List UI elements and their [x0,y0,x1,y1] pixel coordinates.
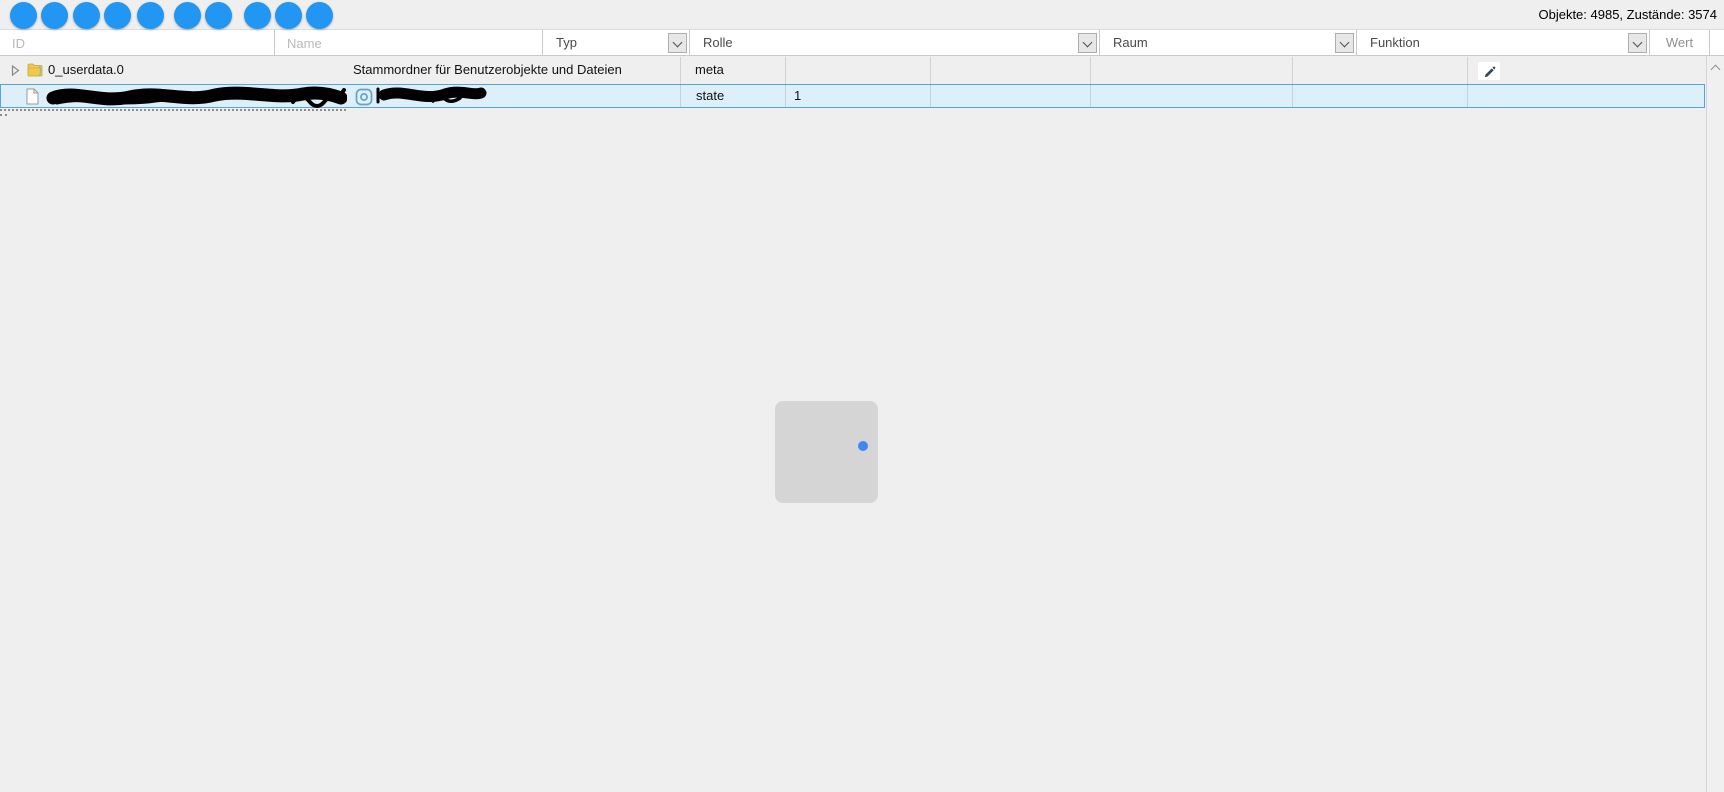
selection-dotted-line [0,109,346,111]
row-type-text: meta [695,62,724,77]
toolbar-button-4-icon[interactable] [104,2,131,29]
folder-icon [27,63,43,77]
table-row-userdata[interactable]: 0_userdata.0 Stammordner für Benutzerobj… [0,56,1706,84]
toolbar-button-10-icon[interactable] [306,2,333,29]
scrollbar-up-icon[interactable] [1710,64,1721,75]
column-divider [1467,57,1468,107]
column-divider [1292,57,1293,107]
typ-filter-value: Typ [556,35,577,50]
toolbar-button-8-icon[interactable] [244,2,271,29]
column-divider [680,57,681,107]
redacted-object-id [46,86,347,108]
state-icon [355,88,373,106]
column-divider [785,57,786,107]
row-value-text: 1 [794,88,802,103]
raum-filter-value: Raum [1113,35,1148,50]
toolbar-button-6-icon[interactable] [174,2,201,29]
wert-column-label: Wert [1665,35,1694,50]
row-id-text: 0_userdata.0 [48,62,124,77]
column-divider [1090,57,1091,107]
toolbar-button-1-icon[interactable] [10,2,37,29]
file-icon [26,88,39,105]
toolbar [0,0,1724,29]
selection-dotted-fragment [0,114,7,116]
expand-chevron-icon[interactable] [11,65,20,76]
toolbar-button-9-icon[interactable] [275,2,302,29]
funktion-dropdown-arrow-icon[interactable] [1628,33,1647,53]
edit-pencil-icon [1484,66,1496,78]
redacted-object-name [376,86,487,104]
toolbar-button-2-icon[interactable] [41,2,68,29]
object-count-status: Objekte: 4985, Zustände: 3574 [1538,7,1717,22]
filter-cell-spacer [1710,30,1724,56]
toolbar-button-3-icon[interactable] [73,2,100,29]
funktion-filter-select[interactable]: Funktion [1357,30,1650,56]
app-window: Objekte: 4985, Zustände: 3574 Typ Rolle … [0,0,1724,792]
column-divider [930,57,931,107]
filter-cell-wert: Wert [1650,30,1710,56]
table-row-selected-state[interactable]: state 1 [0,84,1705,108]
toolbar-button-7-icon[interactable] [205,2,232,29]
drag-preview-square [775,401,878,503]
edit-object-button[interactable] [1478,62,1500,80]
id-filter-input[interactable] [0,30,274,56]
rolle-filter-select[interactable]: Rolle [690,30,1100,56]
raum-filter-select[interactable]: Raum [1100,30,1357,56]
vertical-scrollbar[interactable] [1706,56,1724,792]
funktion-filter-value: Funktion [1370,35,1420,50]
rolle-dropdown-arrow-icon[interactable] [1078,33,1097,53]
name-filter-input[interactable] [275,30,542,56]
filter-cell-id [0,30,275,56]
raum-dropdown-arrow-icon[interactable] [1335,33,1354,53]
blue-dot [858,441,868,451]
typ-filter-select[interactable]: Typ [543,30,690,56]
filter-cell-name [275,30,543,56]
row-type-text: state [696,88,725,103]
row-name-text: Stammordner für Benutzerobjekte und Date… [353,62,622,77]
typ-dropdown-arrow-icon[interactable] [668,33,687,53]
toolbar-button-5-icon[interactable] [137,2,164,29]
rolle-filter-value: Rolle [703,35,733,50]
filter-row: Typ Rolle Raum Funktion Wert [0,29,1724,56]
